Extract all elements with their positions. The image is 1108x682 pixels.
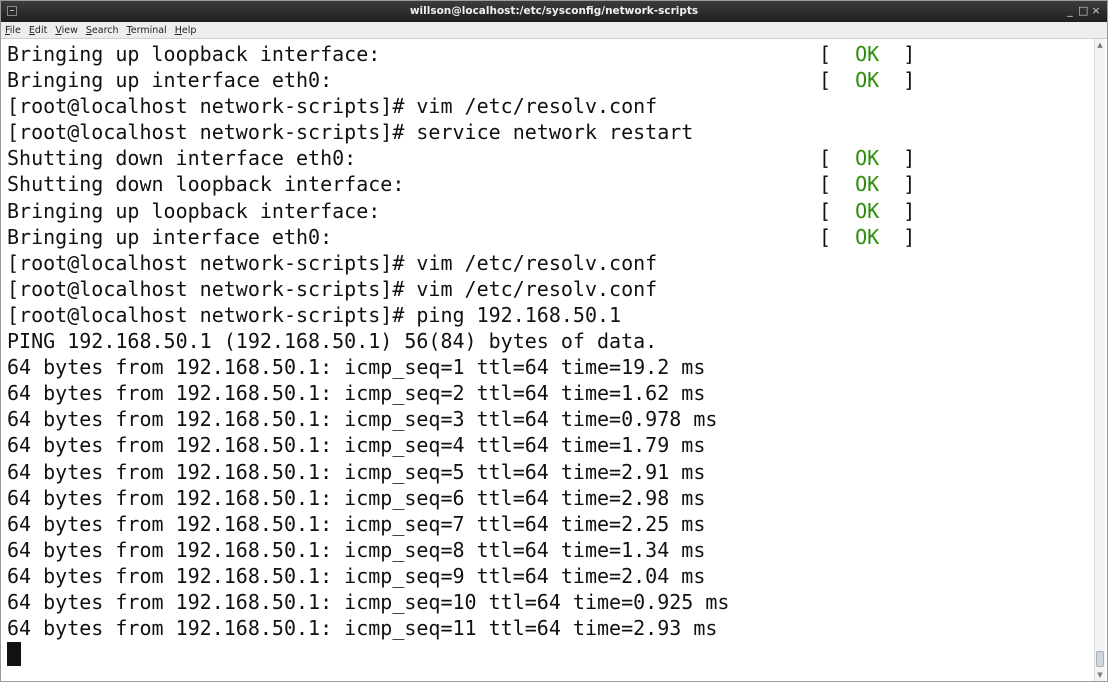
terminal-line-text: [root@localhost network-scripts]# vim /e…	[7, 94, 658, 119]
window-title: willson@localhost:/etc/sysconfig/network…	[409, 5, 699, 17]
terminal-line-text: Shutting down loopback interface:	[7, 172, 405, 197]
maximize-button[interactable]: □	[1078, 4, 1088, 17]
ok-label: OK	[855, 224, 880, 249]
terminal-line-text: Bringing up interface eth0:	[7, 68, 333, 93]
terminal-line-text: [root@localhost network-scripts]# vim /e…	[7, 250, 658, 275]
terminal-line: 64 bytes from 192.168.50.1: icmp_seq=8 t…	[7, 537, 1095, 563]
ok-label: OK	[855, 42, 880, 66]
terminal-line: 64 bytes from 192.168.50.1: icmp_seq=2 t…	[7, 380, 1095, 406]
menu-bar: File Edit View Search Terminal Help	[1, 22, 1107, 39]
terminal-line: Bringing up interface eth0: [ OK ]	[7, 224, 1095, 250]
terminal-line-text: 64 bytes from 192.168.50.1: icmp_seq=11 …	[7, 616, 718, 641]
status-ok: [ OK ]	[819, 68, 916, 93]
terminal-line: [root@localhost network-scripts]# ping 1…	[7, 302, 1095, 328]
terminal-line-text: [root@localhost network-scripts]# ping 1…	[7, 302, 622, 327]
status-ok: [ OK ]	[819, 172, 916, 197]
terminal-line-text: 64 bytes from 192.168.50.1: icmp_seq=4 t…	[7, 433, 706, 458]
terminal-line: 64 bytes from 192.168.50.1: icmp_seq=10 …	[7, 589, 1095, 615]
terminal-line: [root@localhost network-scripts]# vim /e…	[7, 250, 1095, 276]
terminal-line-text: 64 bytes from 192.168.50.1: icmp_seq=5 t…	[7, 459, 706, 484]
window-controls: _ □ ×	[1065, 4, 1101, 17]
terminal-line: PING 192.168.50.1 (192.168.50.1) 56(84) …	[7, 328, 1095, 354]
terminal-line: Shutting down interface eth0: [ OK ]	[7, 145, 1095, 171]
ok-label: OK	[855, 146, 880, 171]
terminal-line-text: 64 bytes from 192.168.50.1: icmp_seq=7 t…	[7, 511, 706, 536]
terminal-line: Bringing up loopback interface: [ OK ]	[7, 198, 1095, 224]
text-cursor	[7, 642, 21, 667]
terminal-line: 64 bytes from 192.168.50.1: icmp_seq=7 t…	[7, 511, 1095, 537]
minimize-button[interactable]: _	[1065, 4, 1075, 17]
vertical-scrollbar[interactable]: ▲ ▼	[1094, 39, 1105, 681]
terminal-line-text: PING 192.168.50.1 (192.168.50.1) 56(84) …	[7, 329, 658, 354]
terminal-line-text: 64 bytes from 192.168.50.1: icmp_seq=1 t…	[7, 355, 706, 380]
status-ok: [ OK ]	[819, 42, 916, 66]
terminal-line-text: Bringing up interface eth0:	[7, 224, 333, 249]
terminal-line-text: Shutting down interface eth0:	[7, 146, 357, 171]
status-ok: [ OK ]	[819, 198, 916, 223]
terminal-line: 64 bytes from 192.168.50.1: icmp_seq=6 t…	[7, 485, 1095, 511]
terminal-line: [root@localhost network-scripts]# vim /e…	[7, 276, 1095, 302]
terminal-line: [root@localhost network-scripts]# servic…	[7, 119, 1095, 145]
status-ok: [ OK ]	[819, 224, 916, 249]
menu-search[interactable]: Search	[86, 25, 119, 36]
terminal-line-text: 64 bytes from 192.168.50.1: icmp_seq=6 t…	[7, 485, 706, 510]
terminal-line-text: 64 bytes from 192.168.50.1: icmp_seq=9 t…	[7, 563, 706, 588]
scroll-up-arrow-icon[interactable]: ▲	[1096, 41, 1104, 49]
scrollbar-thumb[interactable]	[1096, 651, 1104, 667]
terminal-line: 64 bytes from 192.168.50.1: icmp_seq=1 t…	[7, 354, 1095, 380]
terminal-line: 64 bytes from 192.168.50.1: icmp_seq=3 t…	[7, 406, 1095, 432]
menu-view[interactable]: View	[55, 25, 78, 36]
terminal-line-text: Bringing up loopback interface:	[7, 198, 381, 223]
terminal-line-text: 64 bytes from 192.168.50.1: icmp_seq=3 t…	[7, 407, 718, 432]
prompt-line	[7, 641, 1095, 667]
terminal-line: Bringing up interface eth0: [ OK ]	[7, 67, 1095, 93]
menu-edit[interactable]: Edit	[29, 25, 47, 36]
close-button[interactable]: ×	[1091, 4, 1101, 17]
terminal-line: Bringing up loopback interface: [ OK ]	[7, 41, 1095, 67]
terminal-line-text: Bringing up loopback interface:	[7, 42, 381, 66]
terminal-line: Shutting down loopback interface: [ OK ]	[7, 171, 1095, 197]
terminal-line-text: 64 bytes from 192.168.50.1: icmp_seq=2 t…	[7, 381, 706, 406]
ok-label: OK	[855, 198, 880, 223]
ok-label: OK	[855, 172, 880, 197]
menu-help[interactable]: Help	[175, 25, 197, 36]
terminal-line-text: [root@localhost network-scripts]# servic…	[7, 120, 694, 145]
terminal-output[interactable]: Bringing up loopback interface:[ OK ] Bri…	[7, 41, 1095, 681]
terminal-line: 64 bytes from 192.168.50.1: icmp_seq=9 t…	[7, 563, 1095, 589]
terminal-line-text: [root@localhost network-scripts]# vim /e…	[7, 276, 658, 301]
terminal-line: [root@localhost network-scripts]# vim /e…	[7, 93, 1095, 119]
menu-terminal[interactable]: Terminal	[127, 25, 167, 36]
status-ok: [ OK ]	[819, 146, 916, 171]
scroll-down-arrow-icon[interactable]: ▼	[1096, 671, 1104, 679]
terminal-line: 64 bytes from 192.168.50.1: icmp_seq=4 t…	[7, 432, 1095, 458]
terminal-line: 64 bytes from 192.168.50.1: icmp_seq=11 …	[7, 615, 1095, 641]
title-bar[interactable]: willson@localhost:/etc/sysconfig/network…	[1, 1, 1107, 22]
terminal-line-text: 64 bytes from 192.168.50.1: icmp_seq=8 t…	[7, 537, 706, 562]
terminal-window: willson@localhost:/etc/sysconfig/network…	[0, 0, 1108, 682]
ok-label: OK	[855, 68, 880, 93]
terminal-line: 64 bytes from 192.168.50.1: icmp_seq=5 t…	[7, 459, 1095, 485]
terminal-line-text: 64 bytes from 192.168.50.1: icmp_seq=10 …	[7, 589, 730, 614]
menu-file[interactable]: File	[5, 25, 21, 36]
